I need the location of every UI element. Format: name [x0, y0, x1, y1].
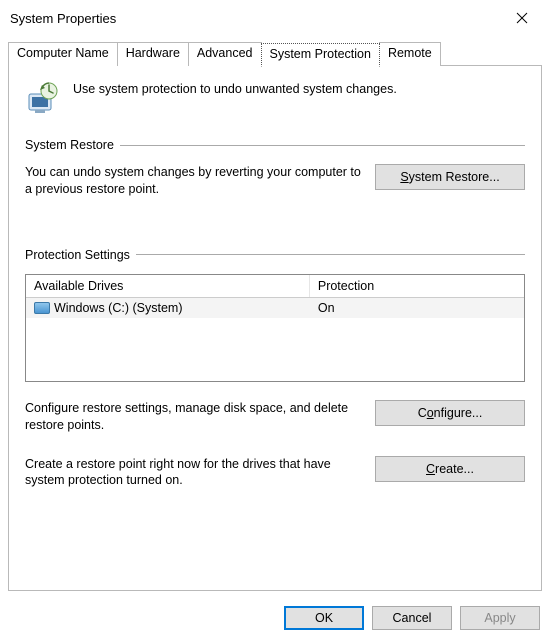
tab-computer-name[interactable]: Computer Name [8, 42, 118, 66]
tab-hardware[interactable]: Hardware [117, 42, 189, 66]
system-restore-group: System Restore You can undo system chang… [25, 138, 525, 198]
create-description: Create a restore point right now for the… [25, 456, 361, 490]
dialog-footer: OK Cancel Apply [284, 606, 540, 630]
configure-button[interactable]: Configure... [375, 400, 525, 426]
divider [120, 145, 525, 146]
system-restore-button[interactable]: System Restore... [375, 164, 525, 190]
protection-settings-label: Protection Settings [25, 248, 130, 262]
tab-body: Use system protection to undo unwanted s… [8, 65, 542, 591]
col-header-drives[interactable]: Available Drives [26, 275, 310, 297]
divider [136, 254, 525, 255]
system-restore-description: You can undo system changes by reverting… [25, 164, 361, 198]
drive-name: Windows (C:) (System) [54, 301, 182, 315]
drive-icon [34, 302, 50, 314]
intro-text: Use system protection to undo unwanted s… [73, 80, 397, 96]
tab-system-protection[interactable]: System Protection [261, 43, 380, 67]
ok-button[interactable]: OK [284, 606, 364, 630]
drives-table: Available Drives Protection Windows (C:)… [25, 274, 525, 382]
apply-button[interactable]: Apply [460, 606, 540, 630]
drive-status: On [310, 298, 524, 318]
table-row[interactable]: Windows (C:) (System) On [26, 298, 524, 318]
close-icon [516, 12, 528, 24]
system-protection-icon [25, 80, 61, 116]
intro-row: Use system protection to undo unwanted s… [25, 80, 525, 116]
tab-advanced[interactable]: Advanced [188, 42, 262, 66]
col-header-protection[interactable]: Protection [310, 275, 524, 297]
system-properties-dialog: System Properties Computer Name Hardware… [0, 0, 550, 640]
protection-settings-group: Protection Settings Available Drives Pro… [25, 248, 525, 490]
titlebar: System Properties [0, 0, 550, 36]
tab-remote[interactable]: Remote [379, 42, 441, 66]
drives-table-header: Available Drives Protection [26, 275, 524, 298]
system-restore-label: System Restore [25, 138, 114, 152]
configure-description: Configure restore settings, manage disk … [25, 400, 361, 434]
cancel-button[interactable]: Cancel [372, 606, 452, 630]
create-button[interactable]: Create... [375, 456, 525, 482]
close-button[interactable] [502, 4, 542, 32]
tab-strip: Computer Name Hardware Advanced System P… [0, 42, 550, 66]
window-title: System Properties [10, 11, 116, 26]
